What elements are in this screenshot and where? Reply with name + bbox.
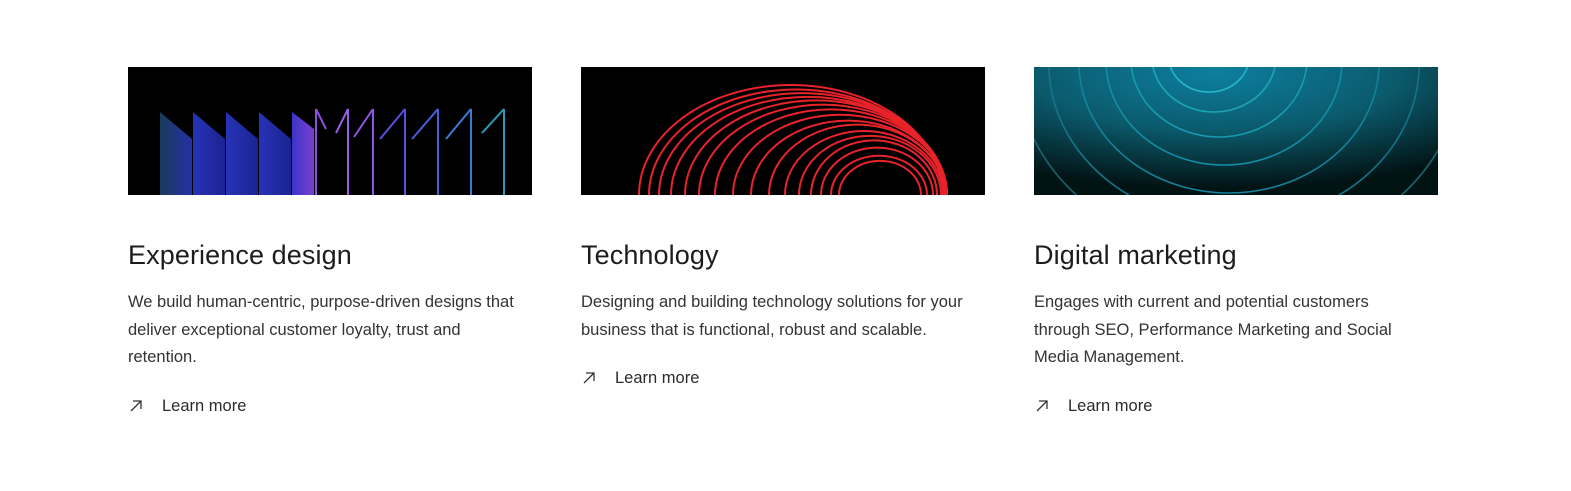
card-description: Designing and building technology soluti… [581, 293, 963, 339]
card-title: Experience design [128, 240, 352, 270]
service-card-technology: Technology Designing and building techno… [581, 67, 985, 389]
learn-more-label: Learn more [162, 396, 247, 415]
service-card-experience-design: Experience design We build human-centric… [128, 67, 532, 417]
service-card-digital-marketing: Digital marketing Engages with current a… [1034, 67, 1438, 417]
services-section: Experience design We build human-centric… [0, 0, 1571, 491]
technology-image [581, 67, 985, 195]
card-description: Engages with current and potential custo… [1034, 293, 1392, 366]
learn-more-link[interactable]: Learn more [128, 395, 246, 417]
learn-more-link[interactable]: Learn more [1034, 395, 1152, 417]
learn-more-label: Learn more [1068, 396, 1153, 415]
card-title: Technology [581, 240, 719, 270]
learn-more-label: Learn more [615, 369, 700, 387]
arrow-up-right-icon [1036, 399, 1048, 411]
digital-marketing-image [1034, 67, 1438, 195]
arrow-up-right-icon [583, 372, 595, 384]
arrow-up-right-icon [130, 399, 142, 411]
experience-design-image [128, 67, 532, 195]
card-title: Digital marketing [1034, 240, 1237, 270]
learn-more-link[interactable]: Learn more [581, 367, 699, 389]
card-description: We build human-centric, purpose-driven d… [128, 293, 514, 366]
